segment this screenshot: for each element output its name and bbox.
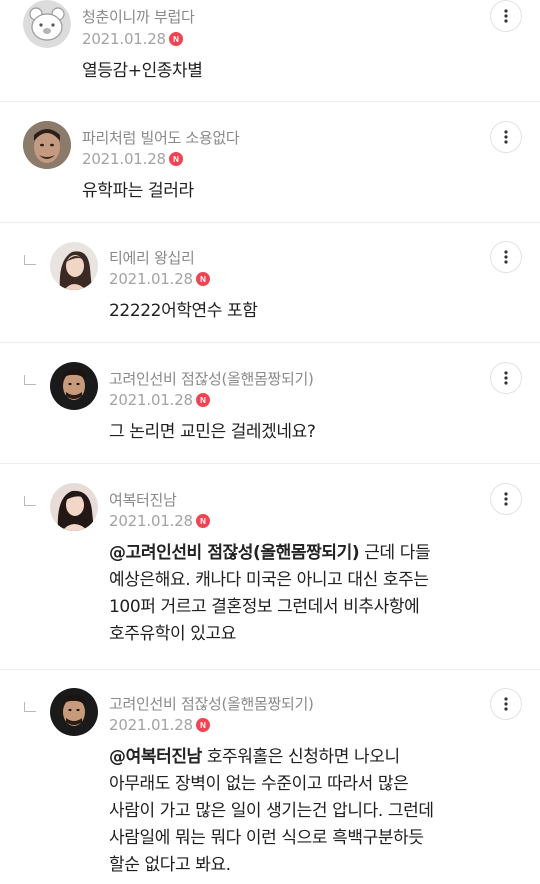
more-options-button[interactable] <box>490 0 522 32</box>
comment-text-line: 호주유학이 있고요 <box>109 624 236 644</box>
comment-text: @여복터진남 호주워홀은 신청하면 나오니 아무래도 장벽이 없는 수준이고 따… <box>109 744 519 879</box>
comment-text-line: 100퍼 거르고 결혼정보 그런데서 비추사항에 <box>109 597 420 617</box>
reply-indent-icon <box>24 702 36 712</box>
more-vertical-icon <box>504 492 508 506</box>
comment-text: 열등감+인종차별 <box>82 61 203 81</box>
avatar[interactable] <box>50 483 98 531</box>
author-nickname[interactable]: 티에리 왕십리 <box>109 247 195 268</box>
author-nickname[interactable]: 고려인선비 점잖성(올핸몸짱되기) <box>109 693 314 714</box>
comment-text: 유학파는 걸러라 <box>82 181 194 201</box>
comment-date: 2021.01.28 N <box>82 150 183 168</box>
comment-date: 2021.01.28 N <box>109 512 210 530</box>
more-vertical-icon <box>504 130 508 144</box>
more-options-button[interactable] <box>490 483 522 515</box>
comment-item: 파리처럼 빌어도 소용없다 2021.01.28 N 유학파는 걸러라 <box>0 102 540 223</box>
comment-text-line: 사람일에 뭐는 뭐다 이런 식으로 흑백구분하듯 <box>109 828 424 848</box>
date-text: 2021.01.28 <box>109 391 193 409</box>
new-badge: N <box>168 152 183 166</box>
avatar[interactable] <box>50 362 98 410</box>
new-badge: N <box>195 514 210 528</box>
reply-item: 고려인선비 점잖성(올핸몸짱되기) 2021.01.28 N 그 논리면 교민은… <box>0 343 540 464</box>
new-badge: N <box>195 718 210 732</box>
avatar[interactable] <box>50 688 98 736</box>
comment-text-line: 할순 없다고 봐요. <box>109 855 231 875</box>
reply-indent-icon <box>24 255 36 265</box>
reply-item: 여복터진남 2021.01.28 N @고려인선비 점잖성(올핸몸짱되기) 근데… <box>0 464 540 670</box>
date-text: 2021.01.28 <box>109 716 193 734</box>
reply-indent-icon <box>24 375 36 385</box>
comment-item: 청춘이니까 부럽다 2021.01.28 N 열등감+인종차별 <box>0 0 540 102</box>
comment-text-line: 호주워홀은 신청하면 나오니 <box>201 747 400 767</box>
date-text: 2021.01.28 <box>109 512 193 530</box>
author-nickname[interactable]: 고려인선비 점잖성(올핸몸짱되기) <box>109 368 314 389</box>
comment-date: 2021.01.28 N <box>109 391 210 409</box>
mention-link[interactable]: @여복터진남 <box>109 747 202 767</box>
author-nickname[interactable]: 청춘이니까 부럽다 <box>82 6 195 27</box>
reply-item: 고려인선비 점잖성(올핸몸짱되기) 2021.01.28 N @여복터진남 호주… <box>0 670 540 884</box>
mention-link[interactable]: @고려인선비 점잖성(올핸몸짱되기) <box>109 543 360 563</box>
author-nickname[interactable]: 파리처럼 빌어도 소용없다 <box>82 127 240 148</box>
comment-date: 2021.01.28 N <box>109 270 210 288</box>
comment-text: 22222어학연수 포함 <box>109 301 258 321</box>
more-options-button[interactable] <box>490 241 522 273</box>
date-text: 2021.01.28 <box>82 150 166 168</box>
avatar[interactable] <box>23 121 71 169</box>
more-options-button[interactable] <box>490 121 522 153</box>
comment-date: 2021.01.28 N <box>82 30 183 48</box>
date-text: 2021.01.28 <box>109 270 193 288</box>
comment-text: @고려인선비 점잖성(올핸몸짱되기) 근데 다들 예상은해요. 캐나다 미국은 … <box>109 540 509 648</box>
more-options-button[interactable] <box>490 688 522 720</box>
reply-item: 티에리 왕십리 2021.01.28 N 22222어학연수 포함 <box>0 223 540 343</box>
more-vertical-icon <box>504 250 508 264</box>
more-options-button[interactable] <box>490 362 522 394</box>
avatar[interactable] <box>23 0 71 48</box>
new-badge: N <box>168 32 183 46</box>
comment-text: 그 논리면 교민은 걸레겠네요? <box>109 422 316 442</box>
reply-indent-icon <box>24 496 36 506</box>
author-nickname[interactable]: 여복터진남 <box>109 489 177 510</box>
comment-text-line: 사람이 가고 많은 일이 생기는건 압니다. 그런데 <box>109 801 434 821</box>
comment-text-line: 예상은해요. 캐나다 미국은 아니고 대신 호주는 <box>109 570 429 590</box>
date-text: 2021.01.28 <box>82 30 166 48</box>
avatar[interactable] <box>50 242 98 290</box>
new-badge: N <box>195 272 210 286</box>
more-vertical-icon <box>504 371 508 385</box>
comment-text-line: 아무래도 장벽이 없는 수준이고 따라서 많은 <box>109 774 409 794</box>
comment-date: 2021.01.28 N <box>109 716 210 734</box>
comment-text-line: 근데 다들 <box>359 543 431 563</box>
more-vertical-icon <box>504 697 508 711</box>
more-vertical-icon <box>504 9 508 23</box>
new-badge: N <box>195 393 210 407</box>
